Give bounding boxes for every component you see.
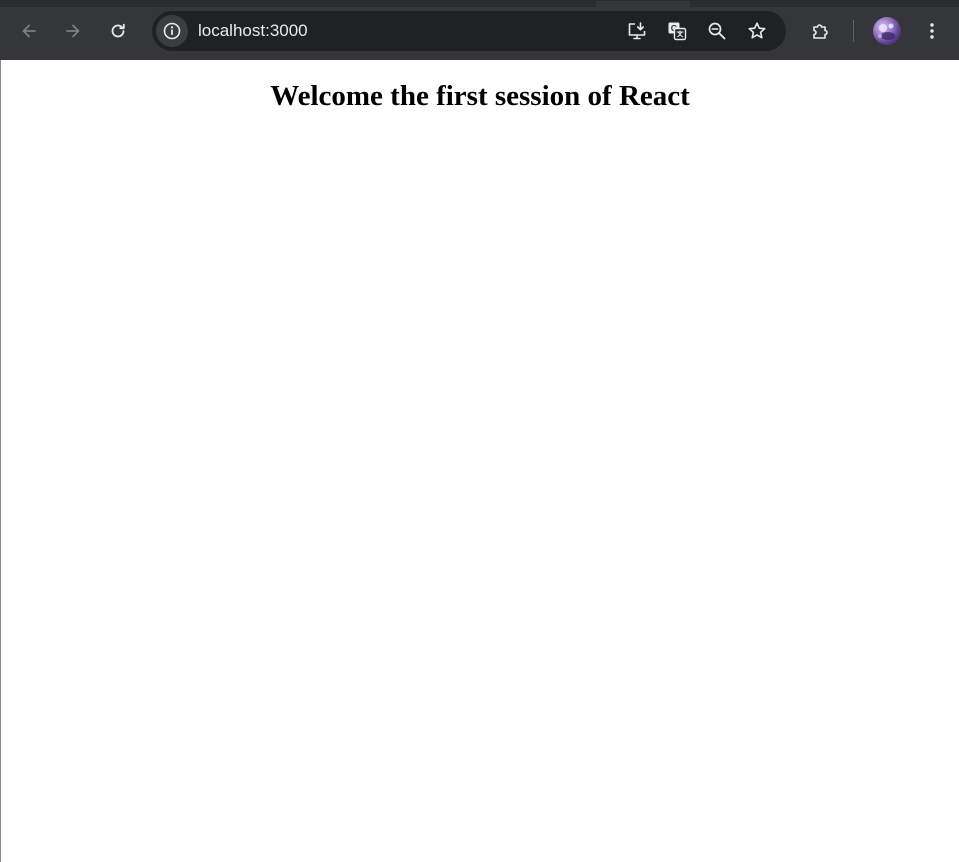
site-info-button[interactable]: [156, 15, 188, 47]
active-tab[interactable]: [596, 1, 690, 7]
translate-icon: G: [668, 22, 687, 41]
install-app-button[interactable]: [623, 17, 651, 45]
info-icon: [163, 22, 181, 40]
url-text[interactable]: localhost:3000: [198, 11, 308, 51]
toolbar-divider: [853, 20, 854, 42]
forward-button[interactable]: [57, 15, 89, 47]
back-button[interactable]: [13, 15, 45, 47]
extensions-button[interactable]: [805, 15, 837, 47]
page-content: Welcome the first session of React: [0, 60, 959, 862]
puzzle-icon: [813, 24, 828, 39]
translate-button[interactable]: G: [663, 17, 691, 45]
zoom-out-icon: [708, 22, 726, 40]
avatar-icon: [878, 23, 895, 40]
browser-menu-button[interactable]: [916, 15, 948, 47]
address-bar[interactable]: localhost:3000 G: [152, 11, 786, 51]
arrow-right-icon: [66, 24, 80, 38]
kebab-menu-icon: [930, 23, 934, 39]
arrow-left-icon: [22, 24, 36, 38]
reload-button[interactable]: [102, 15, 134, 47]
tab-strip: [0, 1, 959, 7]
star-icon: [748, 22, 766, 39]
reload-icon: [111, 23, 125, 38]
profile-avatar[interactable]: [873, 17, 901, 45]
zoom-button[interactable]: [703, 17, 731, 45]
bookmark-button[interactable]: [743, 17, 771, 45]
page-heading: Welcome the first session of React: [270, 80, 690, 112]
browser-toolbar: localhost:3000 G: [0, 0, 959, 60]
install-app-icon: [628, 22, 646, 40]
